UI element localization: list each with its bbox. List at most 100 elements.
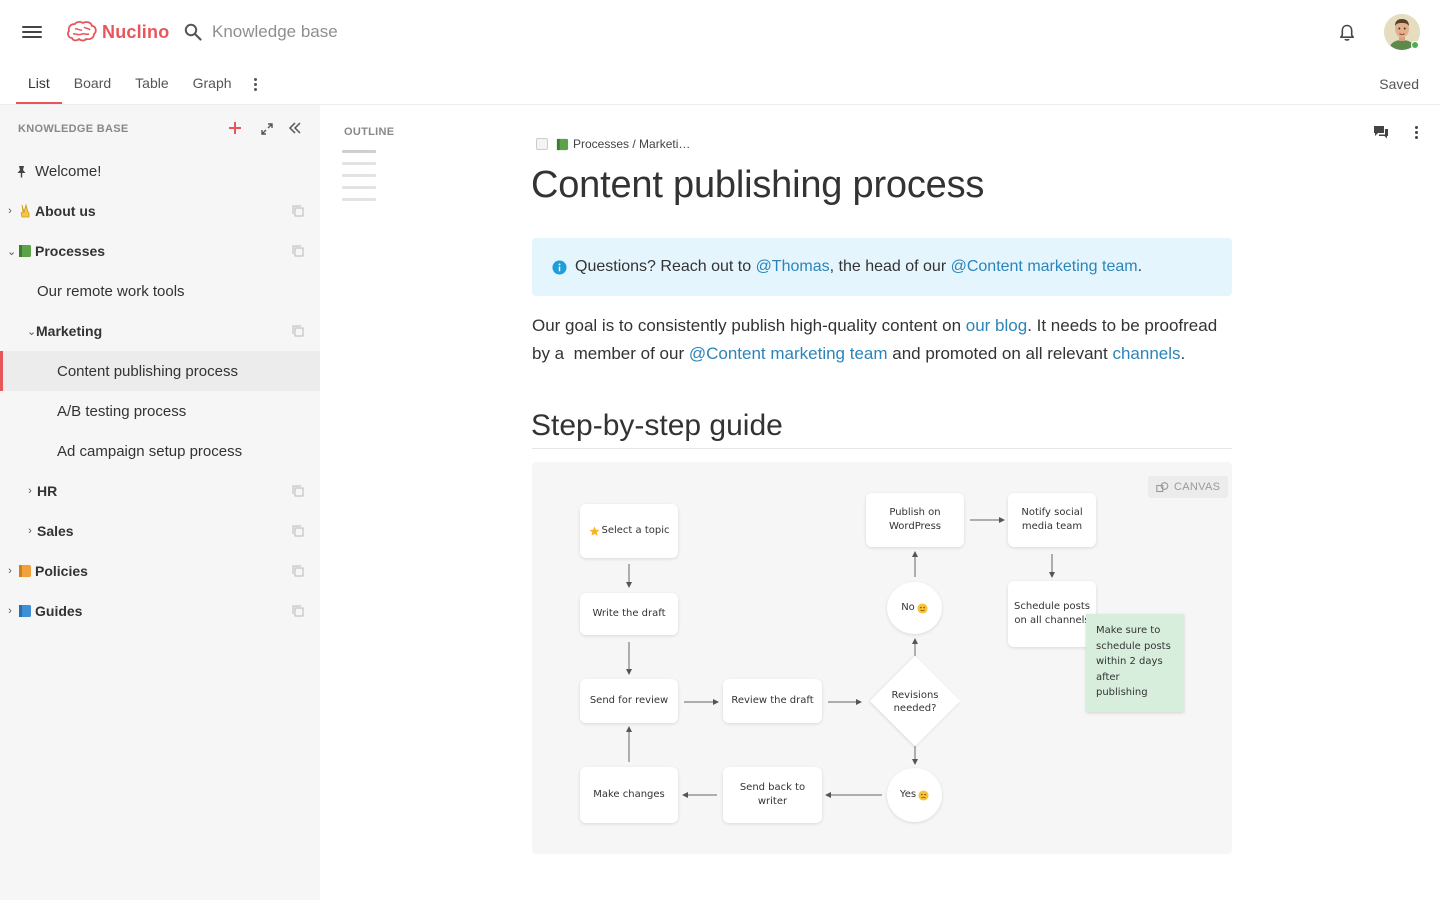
flow-node-no[interactable]: No	[887, 582, 942, 634]
tab-board[interactable]: Board	[62, 64, 123, 104]
document-more-icon[interactable]	[1412, 124, 1420, 140]
chevron-right-icon[interactable]: ›	[7, 605, 13, 617]
callout-text: Questions? Reach out to	[575, 258, 756, 275]
mention-thomas[interactable]: @Thomas	[756, 258, 830, 276]
add-item-icon[interactable]	[227, 120, 243, 136]
flow-decision-label: Revisions needed?	[891, 690, 939, 714]
pin-icon	[17, 165, 26, 177]
search-icon	[184, 23, 202, 41]
flowchart-canvas[interactable]: CANVAS Select a topic Write the draft Se…	[532, 462, 1232, 854]
sidebar-item-hr[interactable]: › HR	[0, 471, 320, 511]
heading-underline	[532, 448, 1232, 449]
sidebar-item-welcome[interactable]: Welcome!	[0, 151, 320, 191]
tab-table[interactable]: Table	[123, 64, 180, 104]
flow-node-label: Send for review	[589, 695, 669, 706]
sidebar-item-label: Sales	[37, 523, 74, 539]
sidebar-item-label: Ad campaign setup process	[57, 442, 243, 460]
expand-all-icon[interactable]	[260, 122, 274, 136]
sidebar-item-label: Marketing	[36, 323, 103, 339]
comments-icon[interactable]	[1373, 124, 1389, 140]
paragraph-text: Our goal is to consistently publish high…	[532, 316, 966, 335]
duplicate-icon[interactable]	[292, 565, 304, 577]
flow-node-review-draft[interactable]: Review the draft	[723, 679, 822, 723]
sidebar-item-label: Welcome!	[35, 162, 102, 180]
breadcrumb-path: Processes / Marketi…	[573, 137, 691, 151]
flow-node-make-changes[interactable]: Make changes	[580, 767, 678, 823]
sidebar-item-marketing[interactable]: ⌄ Marketing	[0, 311, 320, 351]
chevron-right-icon[interactable]: ›	[7, 205, 13, 217]
view-tabs: List Board Table Graph	[16, 64, 268, 104]
sidebar-item-label: A/B testing process	[57, 402, 187, 420]
flow-node-publish[interactable]: Publish on WordPress	[866, 493, 964, 547]
notifications-bell-icon[interactable]	[1336, 22, 1358, 44]
sidebar-item-label: Our remote work tools	[37, 282, 185, 300]
sidebar-item-ab-testing[interactable]: A/B testing process	[0, 391, 320, 431]
sidebar-item-label: Processes	[35, 243, 106, 259]
app-name: Nuclino	[102, 21, 170, 42]
flow-node-select-topic[interactable]: Select a topic	[580, 504, 678, 558]
sidebar-heading: KNOWLEDGE BASE	[18, 123, 129, 135]
blue-book-icon	[17, 603, 33, 619]
flow-node-label: Notify social media team	[1021, 507, 1083, 532]
search-bar[interactable]	[184, 18, 504, 46]
chevron-down-icon[interactable]: ⌄	[7, 245, 16, 258]
green-book-icon	[17, 243, 33, 259]
flow-node-label: Write the draft	[592, 608, 666, 619]
tab-graph[interactable]: Graph	[181, 64, 244, 104]
star-icon	[589, 526, 599, 536]
sidebar-item-label: Guides	[35, 603, 83, 619]
flow-node-schedule[interactable]: Schedule posts on all channels	[1008, 581, 1096, 647]
duplicate-icon[interactable]	[292, 245, 304, 257]
section-heading[interactable]: Step-by-step guide	[531, 409, 783, 443]
chevron-right-icon[interactable]: ›	[27, 485, 33, 497]
green-book-icon	[556, 138, 569, 150]
flow-node-notify[interactable]: Notify social media team	[1008, 493, 1096, 547]
link-channels[interactable]: channels	[1112, 344, 1180, 363]
search-input[interactable]	[212, 22, 472, 42]
sidebar-item-remote-work-tools[interactable]: Our remote work tools	[0, 271, 320, 311]
sidebar-item-guides[interactable]: › Guides	[0, 591, 320, 631]
duplicate-icon[interactable]	[292, 605, 304, 617]
info-callout: Questions? Reach out to @Thomas , the he…	[532, 238, 1232, 296]
sidebar-item-about-us[interactable]: › About us	[0, 191, 320, 231]
sidebar-item-processes[interactable]: ⌄ Processes	[0, 231, 320, 271]
flow-node-send-review[interactable]: Send for review	[580, 679, 678, 723]
outline-heading: OUTLINE	[344, 126, 395, 138]
flow-node-yes[interactable]: Yes	[887, 768, 942, 822]
breadcrumb-placeholder-icon	[536, 138, 548, 150]
outline-minimap[interactable]	[342, 150, 376, 210]
hamburger-menu-icon[interactable]	[22, 24, 42, 40]
document-title[interactable]: Content publishing process	[531, 164, 984, 207]
tab-list[interactable]: List	[16, 64, 62, 104]
mention-content-marketing-team[interactable]: @Content marketing team	[951, 258, 1138, 276]
tabs-more-icon[interactable]	[244, 64, 268, 104]
app-logo[interactable]: Nuclino	[66, 18, 169, 46]
chevron-right-icon[interactable]: ›	[27, 525, 33, 537]
chevron-down-icon[interactable]: ⌄	[27, 325, 36, 338]
breadcrumb[interactable]: Processes / Marketi…	[536, 136, 690, 152]
flow-node-send-back[interactable]: Send back to writer	[723, 767, 822, 823]
chevron-right-icon[interactable]: ›	[7, 565, 13, 577]
flow-node-label: Send back to writer	[739, 782, 806, 807]
duplicate-icon[interactable]	[292, 325, 304, 337]
duplicate-icon[interactable]	[292, 205, 304, 217]
duplicate-icon[interactable]	[292, 525, 304, 537]
orange-book-icon	[17, 563, 33, 579]
victory-hand-icon	[17, 203, 33, 219]
callout-text: .	[1137, 258, 1143, 275]
sidebar-item-ad-campaign[interactable]: Ad campaign setup process	[0, 431, 320, 471]
frown-icon	[918, 789, 929, 801]
flow-node-write-draft[interactable]: Write the draft	[580, 593, 678, 635]
paragraph-text: .	[1180, 344, 1186, 363]
smiley-icon	[917, 602, 928, 614]
flow-node-label: Schedule posts on all channels	[1014, 601, 1090, 626]
sticky-note[interactable]: Make sure to schedule posts within 2 day…	[1086, 614, 1184, 712]
duplicate-icon[interactable]	[292, 485, 304, 497]
sidebar-item-content-publishing[interactable]: Content publishing process	[0, 351, 320, 391]
sidebar-item-sales[interactable]: › Sales	[0, 511, 320, 551]
collapse-sidebar-icon[interactable]	[287, 120, 303, 136]
callout-text: , the head of our	[829, 258, 951, 275]
link-our-blog[interactable]: our blog	[966, 316, 1027, 335]
mention-content-marketing-team[interactable]: @Content marketing team	[689, 344, 888, 363]
sidebar-item-policies[interactable]: › Policies	[0, 551, 320, 591]
